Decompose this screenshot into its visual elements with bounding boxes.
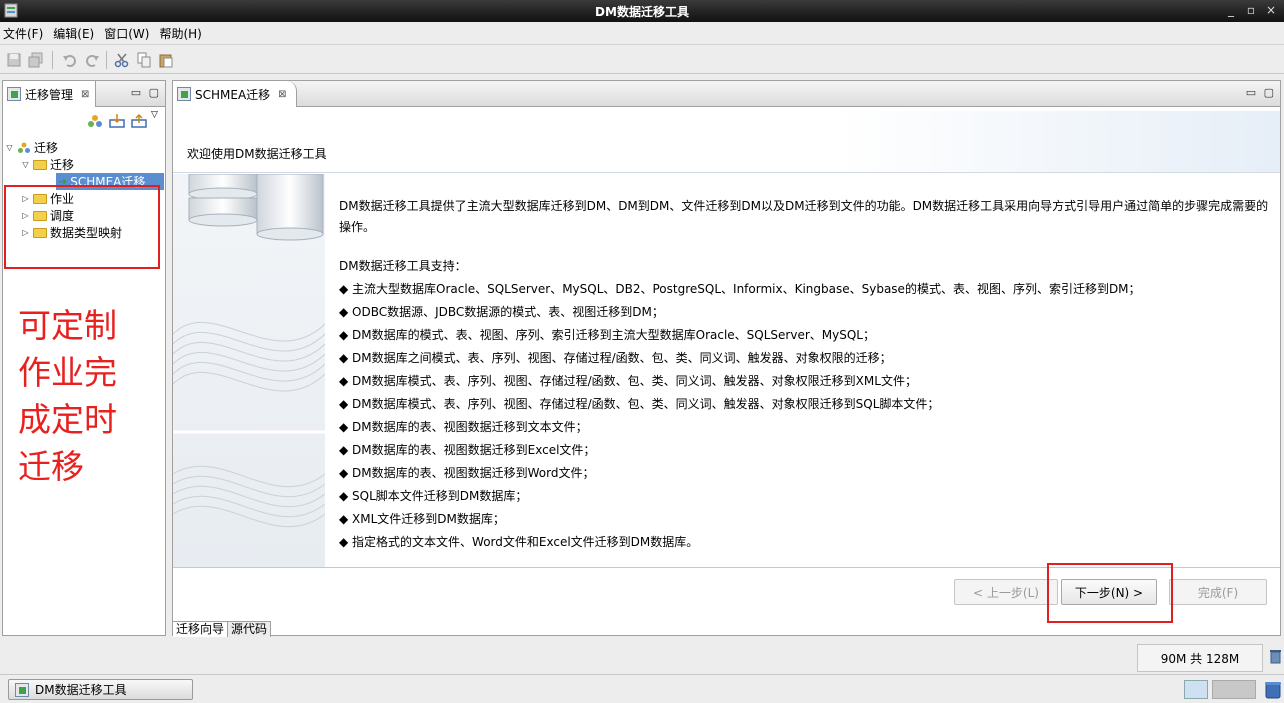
feature-item: ◆ ODBC数据源、JDBC数据源的模式、表、视图迁移到DM； [339,305,664,319]
feature-item: ◆ 主流大型数据库Oracle、SQLServer、MySQL、DB2、Post… [339,282,1141,296]
migration-icon [177,87,191,101]
menu-edit[interactable]: 编辑(E) [49,25,100,42]
feature-item: ◆ XML文件迁移到DM数据库； [339,512,505,526]
editor-bottom-tabs: 迁移向导 源代码 [173,621,272,637]
garbage-collect-icon[interactable] [1270,649,1281,664]
panel-window-controls[interactable]: ▭ ▢ [131,86,161,99]
panel-window-controls[interactable]: ▭ ▢ [1246,86,1276,99]
save-all-icon[interactable] [28,52,44,68]
taskbar: DM数据迁移工具 [0,674,1284,703]
view-menu-icon[interactable]: ▽ [151,110,158,120]
minimize-button[interactable]: _ [1222,2,1240,19]
tree-toolbar: ▽ [3,108,165,134]
new-migration-icon[interactable] [87,114,103,128]
save-icon[interactable] [6,52,22,68]
tab-schmea-migration[interactable]: SCHMEA迁移 ⊠ [173,81,297,107]
feature-item: ◆ DM数据库模式、表、序列、视图、存储过程/函数、包、类、同义词、触发器、对象… [339,374,917,388]
database-graphic [173,174,325,568]
cut-icon[interactable] [114,52,130,68]
workspace-switcher-2[interactable] [1212,680,1256,699]
menu-help[interactable]: 帮助(H) [155,25,207,42]
undo-icon[interactable] [62,52,78,68]
expand-toggle-icon[interactable]: ▽ [5,143,14,152]
tree-item-label: 迁移 [34,141,59,155]
workspace-switcher-1[interactable] [1184,680,1208,699]
intro-text: DM数据迁移工具提供了主流大型数据库迁移到DM、DM到DM、文件迁移到DM以及D… [339,199,1269,234]
tab-label: 迁移管理 [25,87,74,102]
expand-toggle-icon[interactable]: ▽ [21,160,30,169]
feature-item: ◆ SQL脚本文件迁移到DM数据库； [339,489,528,503]
schmea-migration-editor: SCHMEA迁移 ⊠ ▭ ▢ 欢迎使用DM数据迁移工具 DM数据迁移工具提供了主… [172,80,1281,637]
import-icon[interactable] [109,114,125,128]
title-bar: DM数据迁移工具 _ ▫ × [0,0,1284,22]
status-bar: 90M 共 128M [0,640,1284,674]
annotation-line: 迁移 [18,447,84,486]
people-icon [18,142,30,153]
close-tab-icon[interactable]: ⊠ [81,89,89,100]
memory-indicator: 90M 共 128M [1137,644,1263,672]
support-title: DM数据迁移工具支持： [339,259,467,273]
feature-item: ◆ DM数据库的模式、表、视图、序列、索引迁移到主流大型数据库Oracle、SQ… [339,328,875,342]
tab-migration-wizard[interactable]: 迁移向导 [173,622,229,637]
annotation-line: 作业完 [18,353,117,392]
folder-icon [33,159,47,170]
tab-migration-manager[interactable]: 迁移管理 ⊠ [3,81,97,107]
taskbar-app-label: DM数据迁移工具 [35,683,127,697]
maximize-button[interactable]: ▫ [1242,2,1260,19]
close-button[interactable]: × [1262,2,1280,19]
tree-item-label: 迁移 [50,158,75,172]
menu-window[interactable]: 窗口(W) [100,25,155,42]
close-tab-icon[interactable]: ⊠ [278,89,286,100]
wizard-content: DM数据迁移工具提供了主流大型数据库迁移到DM、DM到DM、文件迁移到DM以及D… [339,196,1270,554]
feature-item: ◆ DM数据库的表、视图数据迁移到文本文件； [339,420,588,434]
paste-icon[interactable] [158,52,174,68]
taskbar-app-button[interactable]: DM数据迁移工具 [8,679,193,700]
toolbar [0,44,1284,74]
annotation-line: 可定制 [18,306,117,345]
annotation-text: 可定制 作业完 成定时 迁移 [18,302,138,490]
tree-item-migration-root[interactable]: ▽ 迁移 [5,139,58,156]
feature-item: ◆ DM数据库的表、视图数据迁移到Word文件； [339,466,595,480]
redo-icon[interactable] [84,52,100,68]
highlight-box-next [1047,563,1173,623]
tree-item-migration-folder[interactable]: ▽ 迁移 [21,156,74,173]
annotation-line: 成定时 [18,400,117,439]
trash-icon[interactable] [1264,680,1282,699]
finish-button[interactable]: 完成(F) [1169,579,1267,605]
tab-source-code[interactable]: 源代码 [228,622,272,637]
migration-icon [7,87,21,101]
window-title: DM数据迁移工具 [595,5,689,19]
prev-button[interactable]: < 上一步(L) [954,579,1058,605]
menu-bar: 文件(F) 编辑(E) 窗口(W) 帮助(H) [0,22,1284,44]
menu-file[interactable]: 文件(F) [0,25,49,42]
highlight-box-tree [4,185,160,269]
feature-item: ◆ DM数据库之间模式、表、序列、视图、存储过程/函数、包、类、同义词、触发器、… [339,351,892,365]
copy-icon[interactable] [136,52,152,68]
tab-label: SCHMEA迁移 [195,87,271,102]
feature-item: ◆ DM数据库的表、视图数据迁移到Excel文件； [339,443,596,457]
wizard-header: 欢迎使用DM数据迁移工具 [173,111,1280,173]
wizard-title: 欢迎使用DM数据迁移工具 [187,147,327,161]
migration-icon [15,682,29,697]
feature-item: ◆ DM数据库模式、表、序列、视图、存储过程/函数、包、类、同义词、触发器、对象… [339,397,940,411]
feature-item: ◆ 指定格式的文本文件、Word文件和Excel文件迁移到DM数据库。 [339,535,699,549]
export-icon[interactable] [131,114,147,128]
